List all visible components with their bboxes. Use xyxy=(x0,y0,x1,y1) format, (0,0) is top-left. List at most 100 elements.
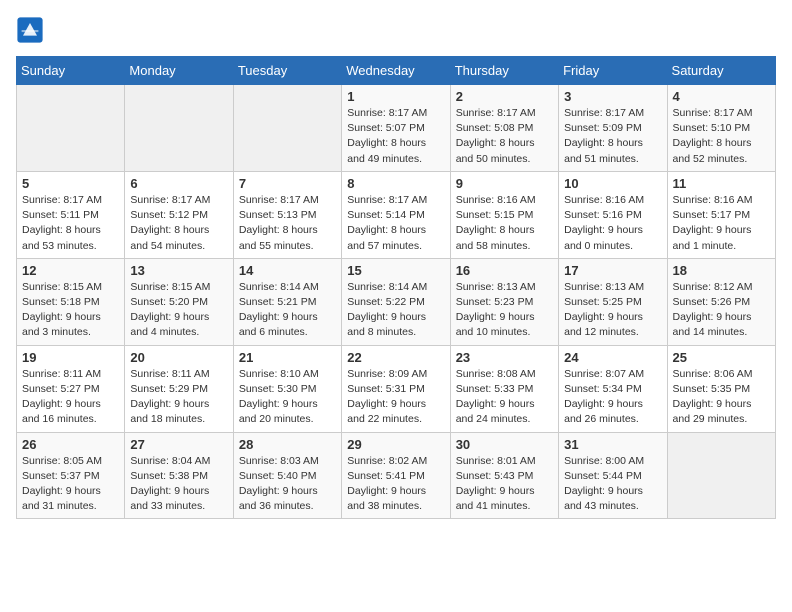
day-number: 7 xyxy=(239,176,336,191)
day-info: Sunrise: 8:04 AMSunset: 5:38 PMDaylight:… xyxy=(130,454,227,515)
day-number: 4 xyxy=(673,89,770,104)
calendar-week-row: 26 Sunrise: 8:05 AMSunset: 5:37 PMDayligh… xyxy=(17,432,776,519)
day-info: Sunrise: 8:16 AMSunset: 5:17 PMDaylight:… xyxy=(673,193,770,254)
calendar-cell xyxy=(233,85,341,172)
calendar-table: SundayMondayTuesdayWednesdayThursdayFrid… xyxy=(16,56,776,519)
day-number: 5 xyxy=(22,176,119,191)
day-number: 14 xyxy=(239,263,336,278)
calendar-cell: 4 Sunrise: 8:17 AMSunset: 5:10 PMDaylight… xyxy=(667,85,775,172)
day-number: 15 xyxy=(347,263,444,278)
calendar-cell: 30 Sunrise: 8:01 AMSunset: 5:43 PMDayligh… xyxy=(450,432,558,519)
day-info: Sunrise: 8:17 AMSunset: 5:11 PMDaylight:… xyxy=(22,193,119,254)
calendar-cell: 12Sunrise: 8:15 AMSunset: 5:18 PMDayligh… xyxy=(17,258,125,345)
day-number: 21 xyxy=(239,350,336,365)
header-row: SundayMondayTuesdayWednesdayThursdayFrid… xyxy=(17,57,776,85)
day-number: 8 xyxy=(347,176,444,191)
header-day: Monday xyxy=(125,57,233,85)
calendar-cell: 2 Sunrise: 8:17 AMSunset: 5:08 PMDaylight… xyxy=(450,85,558,172)
calendar-cell: 7 Sunrise: 8:17 AMSunset: 5:13 PMDaylight… xyxy=(233,171,341,258)
day-info: Sunrise: 8:07 AMSunset: 5:34 PMDaylight:… xyxy=(564,367,661,428)
day-number: 29 xyxy=(347,437,444,452)
header-day: Tuesday xyxy=(233,57,341,85)
day-info: Sunrise: 8:17 AMSunset: 5:08 PMDaylight:… xyxy=(456,106,553,167)
day-info: Sunrise: 8:17 AMSunset: 5:13 PMDaylight:… xyxy=(239,193,336,254)
calendar-cell xyxy=(667,432,775,519)
day-info: Sunrise: 8:17 AMSunset: 5:07 PMDaylight:… xyxy=(347,106,444,167)
calendar-cell: 26 Sunrise: 8:05 AMSunset: 5:37 PMDayligh… xyxy=(17,432,125,519)
day-number: 25 xyxy=(673,350,770,365)
day-number: 12 xyxy=(22,263,119,278)
day-info: Sunrise: 8:17 AMSunset: 5:09 PMDaylight:… xyxy=(564,106,661,167)
header-day: Wednesday xyxy=(342,57,450,85)
day-info: Sunrise: 8:11 AMSunset: 5:29 PMDaylight:… xyxy=(130,367,227,428)
day-number: 19 xyxy=(22,350,119,365)
calendar-cell: 11Sunrise: 8:16 AMSunset: 5:17 PMDayligh… xyxy=(667,171,775,258)
calendar-cell: 24Sunrise: 8:07 AMSunset: 5:34 PMDayligh… xyxy=(559,345,667,432)
calendar-cell: 13Sunrise: 8:15 AMSunset: 5:20 PMDayligh… xyxy=(125,258,233,345)
calendar-cell: 1Sunrise: 8:17 AMSunset: 5:07 PMDaylight… xyxy=(342,85,450,172)
calendar-cell xyxy=(125,85,233,172)
day-number: 2 xyxy=(456,89,553,104)
day-info: Sunrise: 8:17 AMSunset: 5:12 PMDaylight:… xyxy=(130,193,227,254)
day-number: 6 xyxy=(130,176,227,191)
calendar-week-row: 19 Sunrise: 8:11 AMSunset: 5:27 PMDayligh… xyxy=(17,345,776,432)
day-number: 28 xyxy=(239,437,336,452)
day-number: 3 xyxy=(564,89,661,104)
calendar-cell: 3 Sunrise: 8:17 AMSunset: 5:09 PMDaylight… xyxy=(559,85,667,172)
calendar-cell: 21 Sunrise: 8:10 AMSunset: 5:30 PMDayligh… xyxy=(233,345,341,432)
day-info: Sunrise: 8:06 AMSunset: 5:35 PMDaylight:… xyxy=(673,367,770,428)
calendar-body: 1Sunrise: 8:17 AMSunset: 5:07 PMDaylight… xyxy=(17,85,776,519)
day-number: 13 xyxy=(130,263,227,278)
day-info: Sunrise: 8:01 AMSunset: 5:43 PMDaylight:… xyxy=(456,454,553,515)
day-info: Sunrise: 8:14 AMSunset: 5:22 PMDaylight:… xyxy=(347,280,444,341)
day-info: Sunrise: 8:10 AMSunset: 5:30 PMDaylight:… xyxy=(239,367,336,428)
calendar-cell: 23 Sunrise: 8:08 AMSunset: 5:33 PMDayligh… xyxy=(450,345,558,432)
calendar-header: SundayMondayTuesdayWednesdayThursdayFrid… xyxy=(17,57,776,85)
calendar-week-row: 5 Sunrise: 8:17 AMSunset: 5:11 PMDaylight… xyxy=(17,171,776,258)
calendar-cell: 22 Sunrise: 8:09 AMSunset: 5:31 PMDayligh… xyxy=(342,345,450,432)
day-number: 20 xyxy=(130,350,227,365)
day-number: 31 xyxy=(564,437,661,452)
calendar-cell: 20 Sunrise: 8:11 AMSunset: 5:29 PMDayligh… xyxy=(125,345,233,432)
day-number: 23 xyxy=(456,350,553,365)
calendar-cell: 18 Sunrise: 8:12 AMSunset: 5:26 PMDayligh… xyxy=(667,258,775,345)
calendar-cell: 17Sunrise: 8:13 AMSunset: 5:25 PMDayligh… xyxy=(559,258,667,345)
day-number: 30 xyxy=(456,437,553,452)
day-number: 17 xyxy=(564,263,661,278)
calendar-cell: 14 Sunrise: 8:14 AMSunset: 5:21 PMDayligh… xyxy=(233,258,341,345)
calendar-cell: 27Sunrise: 8:04 AMSunset: 5:38 PMDayligh… xyxy=(125,432,233,519)
calendar-cell: 25 Sunrise: 8:06 AMSunset: 5:35 PMDayligh… xyxy=(667,345,775,432)
calendar-cell: 10Sunrise: 8:16 AMSunset: 5:16 PMDayligh… xyxy=(559,171,667,258)
day-info: Sunrise: 8:17 AMSunset: 5:10 PMDaylight:… xyxy=(673,106,770,167)
calendar-cell: 6 Sunrise: 8:17 AMSunset: 5:12 PMDaylight… xyxy=(125,171,233,258)
calendar-week-row: 12Sunrise: 8:15 AMSunset: 5:18 PMDayligh… xyxy=(17,258,776,345)
day-number: 9 xyxy=(456,176,553,191)
day-info: Sunrise: 8:00 AMSunset: 5:44 PMDaylight:… xyxy=(564,454,661,515)
day-info: Sunrise: 8:14 AMSunset: 5:21 PMDaylight:… xyxy=(239,280,336,341)
header-day: Friday xyxy=(559,57,667,85)
day-info: Sunrise: 8:11 AMSunset: 5:27 PMDaylight:… xyxy=(22,367,119,428)
day-number: 26 xyxy=(22,437,119,452)
day-info: Sunrise: 8:08 AMSunset: 5:33 PMDaylight:… xyxy=(456,367,553,428)
calendar-cell: 28 Sunrise: 8:03 AMSunset: 5:40 PMDayligh… xyxy=(233,432,341,519)
page-header xyxy=(16,16,776,44)
header-day: Saturday xyxy=(667,57,775,85)
day-info: Sunrise: 8:03 AMSunset: 5:40 PMDaylight:… xyxy=(239,454,336,515)
header-day: Sunday xyxy=(17,57,125,85)
calendar-cell: 16Sunrise: 8:13 AMSunset: 5:23 PMDayligh… xyxy=(450,258,558,345)
logo-icon xyxy=(16,16,44,44)
day-info: Sunrise: 8:16 AMSunset: 5:16 PMDaylight:… xyxy=(564,193,661,254)
day-info: Sunrise: 8:09 AMSunset: 5:31 PMDaylight:… xyxy=(347,367,444,428)
calendar-cell xyxy=(17,85,125,172)
day-number: 18 xyxy=(673,263,770,278)
calendar-cell: 15 Sunrise: 8:14 AMSunset: 5:22 PMDayligh… xyxy=(342,258,450,345)
day-number: 22 xyxy=(347,350,444,365)
calendar-cell: 5 Sunrise: 8:17 AMSunset: 5:11 PMDaylight… xyxy=(17,171,125,258)
day-info: Sunrise: 8:13 AMSunset: 5:23 PMDaylight:… xyxy=(456,280,553,341)
logo xyxy=(16,16,48,44)
day-info: Sunrise: 8:12 AMSunset: 5:26 PMDaylight:… xyxy=(673,280,770,341)
calendar-week-row: 1Sunrise: 8:17 AMSunset: 5:07 PMDaylight… xyxy=(17,85,776,172)
day-info: Sunrise: 8:05 AMSunset: 5:37 PMDaylight:… xyxy=(22,454,119,515)
day-info: Sunrise: 8:17 AMSunset: 5:14 PMDaylight:… xyxy=(347,193,444,254)
header-day: Thursday xyxy=(450,57,558,85)
